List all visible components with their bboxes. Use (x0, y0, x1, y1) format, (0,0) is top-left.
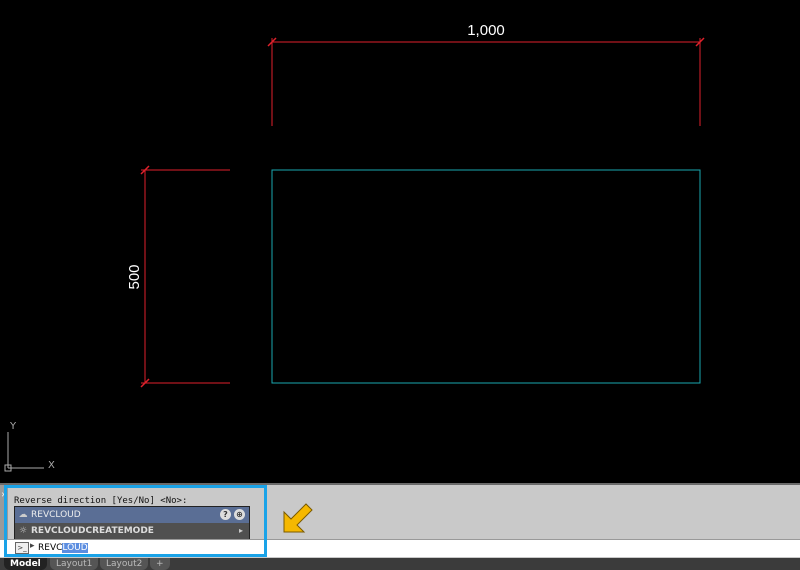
tab-model[interactable]: Model (4, 558, 47, 570)
typed-text: REVC (38, 543, 63, 553)
command-input-bar[interactable]: >_ ▸ REVCLOUD (0, 539, 800, 557)
layout-tabs: Model Layout1 Layout2 + (0, 558, 800, 570)
help-icon[interactable]: ? (220, 509, 231, 520)
tab-layout1[interactable]: Layout1 (50, 558, 99, 570)
command-line-panel[interactable]: ✕ Reverse direction [Yes/No] <No>: ☁ REV… (0, 483, 800, 560)
autocomplete-item-revcloud[interactable]: ☁ REVCLOUD ? ⊕ (15, 507, 249, 523)
ucs-icon: Y X (4, 421, 55, 472)
command-prompt-icon[interactable]: >_ (15, 542, 29, 554)
ucs-x-label: X (48, 460, 55, 471)
search-web-icon[interactable]: ⊕ (234, 509, 245, 520)
horizontal-dimension-text: 1,000 (467, 22, 505, 39)
autocomplete-list[interactable]: ☁ REVCLOUD ? ⊕ ☼ REVCLOUDCREATEMODE ▸ (14, 506, 250, 540)
close-icon[interactable]: ✕ (1, 491, 7, 499)
prompt-chevron: ▸ (30, 541, 35, 551)
horizontal-dimension[interactable]: 1,000 (267, 22, 705, 126)
autocomplete-item-label: REVCLOUD (31, 510, 81, 520)
vertical-dimension-text: 500 (126, 264, 143, 289)
drawing-canvas[interactable]: 1,000 500 Y X (0, 0, 800, 483)
chevron-right-icon[interactable]: ▸ (239, 523, 243, 539)
suggested-completion: LOUD (62, 543, 88, 553)
autocomplete-item-label: REVCLOUDCREATEMODE (31, 526, 154, 536)
ucs-y-label: Y (9, 421, 17, 432)
rectangle-object[interactable] (271, 169, 701, 384)
vertical-dimension[interactable]: 500 (126, 165, 230, 388)
sysvar-gear-icon: ☼ (18, 526, 28, 536)
command-line-grip[interactable]: ✕ (0, 485, 8, 539)
autocomplete-item-revcloudcreatemode[interactable]: ☼ REVCLOUDCREATEMODE ▸ (15, 523, 249, 539)
tab-layout2[interactable]: Layout2 (100, 558, 149, 570)
command-input-field[interactable]: REVCLOUD (38, 543, 88, 553)
command-history: Reverse direction [Yes/No] <No>: (14, 496, 188, 506)
revcloud-icon: ☁ (18, 510, 28, 520)
annotation-arrow-icon (283, 503, 313, 533)
add-layout-button[interactable]: + (150, 558, 170, 570)
